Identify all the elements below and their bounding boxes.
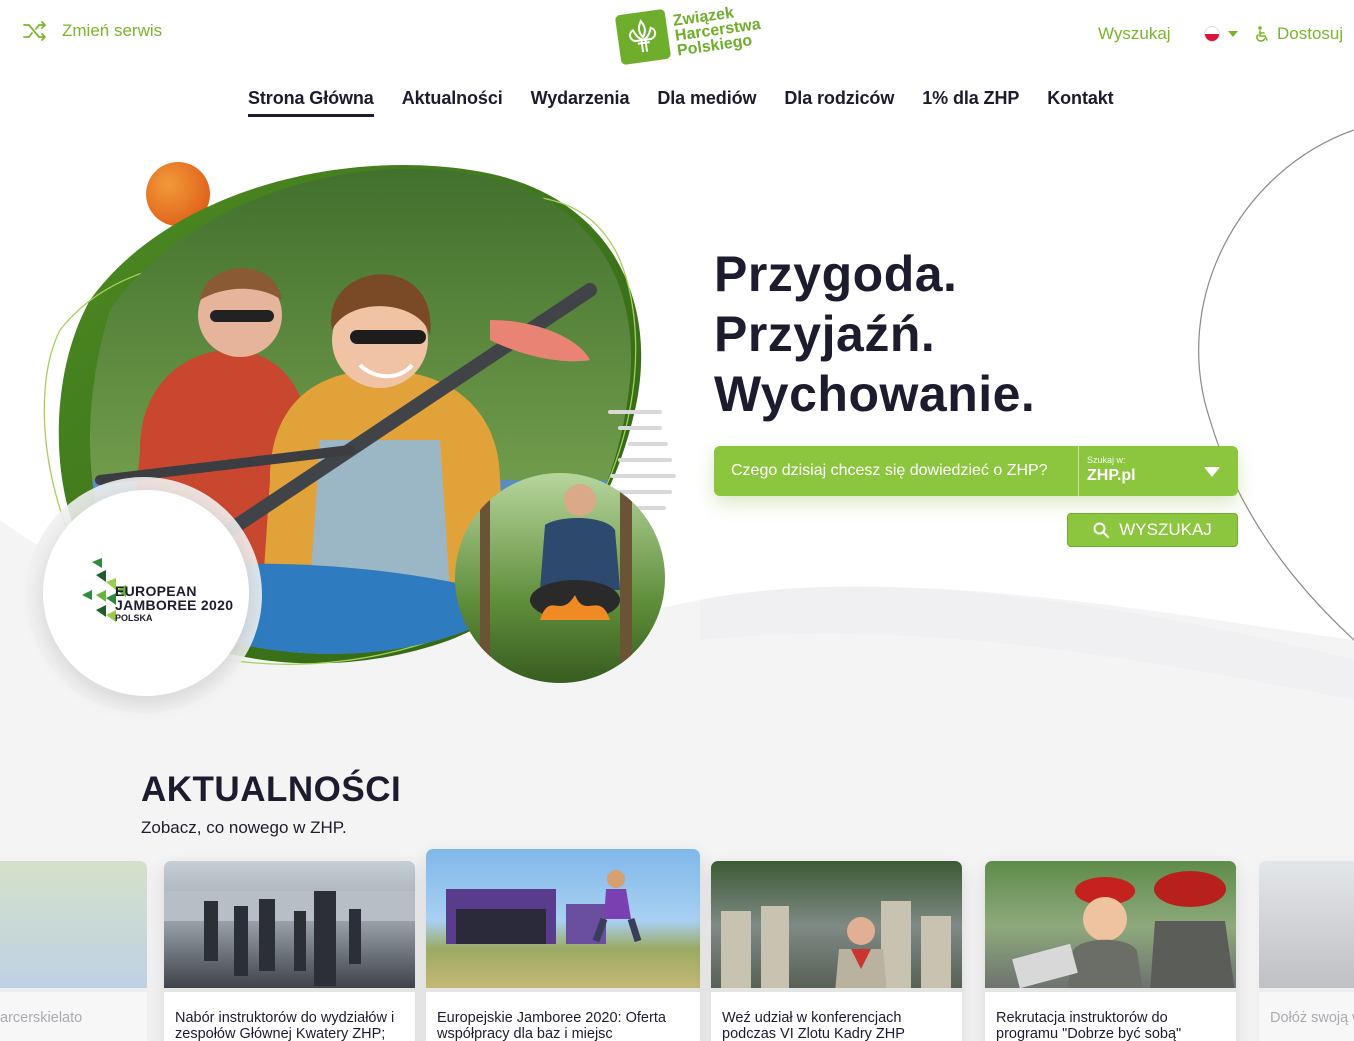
news-card-photo	[985, 861, 1236, 992]
search-button[interactable]: WYSZUKAJ	[1067, 513, 1238, 547]
logo-text: Związek Harcerstwa Polskiego	[672, 2, 764, 59]
shuffle-icon	[23, 21, 46, 41]
accessibility-icon	[1256, 26, 1268, 42]
nav-item-contact[interactable]: Kontakt	[1047, 88, 1113, 117]
news-card[interactable]: Weź udział w konferencjach podczas VI Zl…	[711, 861, 962, 1041]
search-icon	[1093, 522, 1110, 538]
news-card-title: Nabór instruktorów do wydziałów i zespoł…	[175, 1010, 395, 1041]
hero-search-bar: Szukaj w: ZHP.pl	[714, 446, 1238, 496]
news-card[interactable]: Dołóż swoją współczesne	[1259, 861, 1354, 1041]
news-card-photo	[711, 861, 962, 992]
adjust-label: Dostosuj	[1277, 24, 1344, 43]
nav-item-one-percent[interactable]: 1% dla ZHP	[922, 88, 1019, 117]
news-card[interactable]: Rekrutacja instruktorów do programu "Dob…	[985, 861, 1236, 1041]
switch-service-label: Zmień serwis	[62, 21, 163, 40]
nav-item-media[interactable]: Dla mediów	[657, 88, 756, 117]
top-bar: Zmień serwis Związek Harcerstwa Polskieg…	[0, 0, 1354, 70]
news-section-title: AKTUALNOŚCI	[141, 770, 402, 809]
search-button-label: WYSZUKAJ	[1119, 520, 1212, 539]
search-input[interactable]	[714, 446, 1078, 496]
language-selector[interactable]	[1204, 26, 1238, 42]
news-card-title: arcerskielato	[0, 1010, 83, 1026]
news-card-title: Europejskie Jamboree 2020: Oferta współp…	[437, 1010, 666, 1041]
badge-line-1: EUROPEAN	[115, 583, 197, 599]
accessibility-adjust-link[interactable]: Dostosuj	[1255, 24, 1343, 44]
news-card-title: Dołóż swoją współczesne	[1270, 1010, 1354, 1026]
fleur-de-lis-icon	[614, 8, 672, 66]
search-link[interactable]: Wyszukaj	[1098, 24, 1171, 44]
polish-flag-icon	[1204, 26, 1220, 42]
news-card-photo	[0, 861, 147, 992]
news-card[interactable]: Europejskie Jamboree 2020: Oferta współp…	[426, 849, 700, 1041]
headline-line-1: Przygoda.	[714, 246, 958, 302]
search-scope-dropdown[interactable]: Szukaj w: ZHP.pl	[1078, 446, 1238, 496]
headline-line-3: Wychowanie.	[714, 366, 1036, 422]
main-navigation: Strona Główna Aktualności Wydarzenia Dla…	[248, 88, 1114, 117]
nav-item-home[interactable]: Strona Główna	[248, 88, 374, 117]
news-section-subtitle: Zobacz, co nowego w ZHP.	[141, 818, 347, 837]
nav-item-events[interactable]: Wydarzenia	[531, 88, 630, 117]
hero-headline: Przygoda. Przyjaźń. Wychowanie.	[714, 244, 1035, 424]
badge-line-2: JAMBOREE 2020	[115, 597, 234, 613]
news-card-photo	[426, 849, 700, 992]
jamboree-badge[interactable]: EUROPEAN JAMBOREE 2020 POLSKA	[115, 584, 233, 625]
nav-item-parents[interactable]: Dla rodziców	[784, 88, 894, 117]
nav-item-news[interactable]: Aktualności	[402, 88, 503, 117]
switch-service-link[interactable]: Zmień serwis	[22, 18, 162, 44]
news-card[interactable]: Nabór instruktorów do wydziałów i zespoł…	[164, 861, 415, 1041]
news-card-photo	[164, 861, 415, 992]
news-card-photo	[1259, 861, 1354, 992]
news-card[interactable]: arcerskielato	[0, 861, 147, 1041]
zhp-logo[interactable]: Związek Harcerstwa Polskiego	[614, 4, 762, 66]
badge-line-3: POLSKA	[115, 613, 153, 623]
news-card-title: Weź udział w konferencjach podczas VI Zl…	[722, 1010, 905, 1041]
chevron-down-icon	[1228, 31, 1238, 37]
headline-line-2: Przyjaźń.	[714, 306, 936, 362]
news-card-title: Rekrutacja instruktorów do programu "Dob…	[996, 1010, 1182, 1041]
chevron-down-icon	[1204, 467, 1220, 477]
scope-label: Szukaj w:	[1087, 455, 1126, 465]
hero-illustration	[26, 162, 676, 713]
